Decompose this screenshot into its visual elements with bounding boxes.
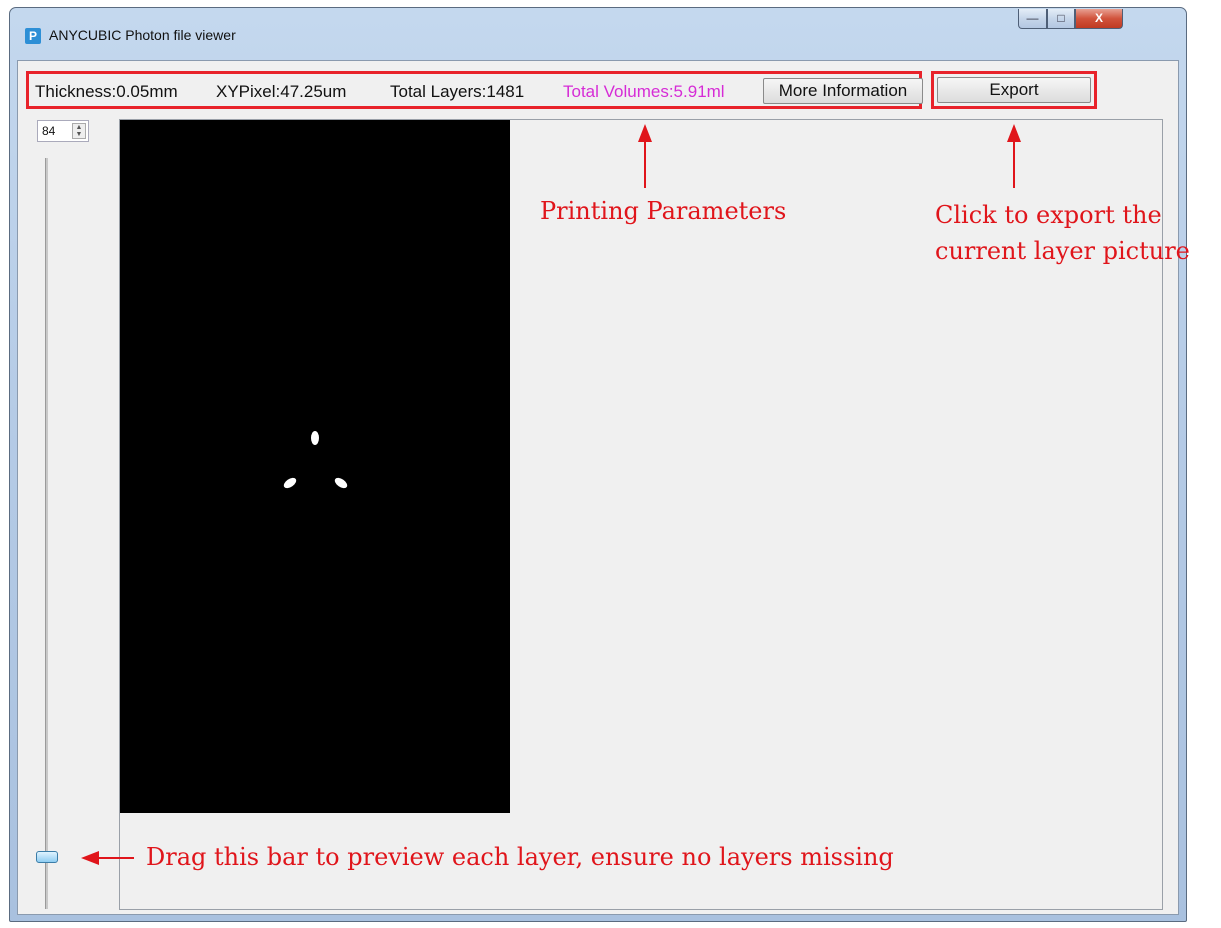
export-annotation-line1: Click to export the <box>935 201 1162 229</box>
annotation-arrows <box>81 124 1021 865</box>
arrow-head-icon <box>1007 124 1021 142</box>
printing-parameters-annotation: Printing Parameters <box>540 197 787 225</box>
arrow-head-icon <box>638 124 652 142</box>
export-annotation-line2: current layer picture <box>935 237 1190 265</box>
drag-annotation: Drag this bar to preview each layer, ens… <box>146 843 894 871</box>
arrow-head-icon <box>81 851 99 865</box>
